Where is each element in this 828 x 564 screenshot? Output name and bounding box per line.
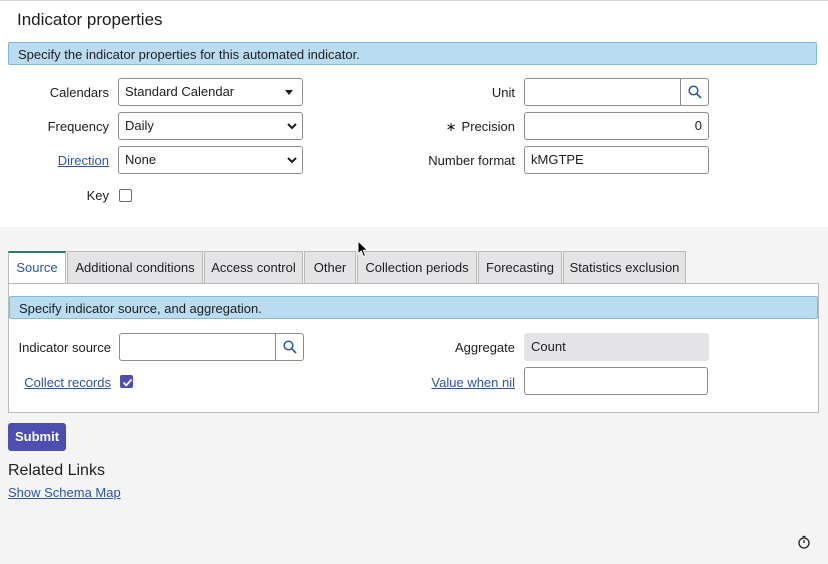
source-tab-panel: Specify indicator source, and aggregatio…: [8, 283, 819, 413]
direction-select[interactable]: None: [118, 146, 303, 174]
aggregate-value: Count: [524, 333, 709, 361]
indicator-source-lookup-button[interactable]: [275, 333, 304, 361]
value-when-nil-input[interactable]: [524, 367, 708, 395]
collect-records-checkbox[interactable]: [120, 375, 133, 388]
frequency-value: Daily: [125, 118, 154, 133]
precision-label: ∗ Precision: [420, 119, 515, 135]
indicator-properties-section: Indicator properties Specify the indicat…: [0, 0, 828, 227]
unit-lookup-button[interactable]: [680, 78, 709, 106]
tab-other[interactable]: Other: [304, 251, 356, 283]
submit-button[interactable]: Submit: [8, 423, 66, 451]
indicator-source-input[interactable]: [119, 333, 276, 361]
related-links-title: Related Links: [8, 462, 105, 479]
key-checkbox[interactable]: [119, 189, 132, 202]
collect-records-link[interactable]: Collect records: [9, 375, 111, 390]
tab-access-control[interactable]: Access control: [204, 251, 303, 283]
tab-collection-periods[interactable]: Collection periods: [357, 251, 477, 283]
precision-input[interactable]: 0: [524, 112, 709, 140]
tab-forecasting[interactable]: Forecasting: [478, 251, 562, 283]
number-format-label: Number format: [428, 153, 515, 168]
chevron-down-icon: [287, 123, 297, 130]
checkmark-icon: [122, 378, 133, 387]
aggregate-label: Aggregate: [455, 340, 515, 355]
calendars-select[interactable]: Standard Calendar: [118, 78, 303, 106]
unit-input[interactable]: [524, 78, 681, 106]
unit-label: Unit: [491, 85, 515, 100]
timer-icon[interactable]: [797, 535, 811, 549]
search-icon: [688, 85, 702, 99]
source-info-message: Specify indicator source, and aggregatio…: [9, 296, 818, 319]
tab-source[interactable]: Source: [8, 251, 66, 284]
properties-info-message: Specify the indicator properties for thi…: [8, 42, 817, 65]
direction-value: None: [125, 152, 157, 167]
calendars-value: Standard Calendar: [125, 84, 235, 99]
show-schema-map-link[interactable]: Show Schema Map: [8, 485, 121, 500]
required-icon: ∗: [445, 119, 457, 134]
section-title: Indicator properties: [17, 10, 163, 29]
key-label: Key: [86, 188, 109, 203]
tab-additional-conditions[interactable]: Additional conditions: [67, 251, 203, 283]
indicator-source-label: Indicator source: [18, 340, 112, 355]
caret-down-icon: [285, 90, 293, 95]
precision-value: 0: [694, 118, 702, 133]
search-icon: [283, 340, 297, 354]
precision-label-text: Precision: [461, 119, 515, 134]
chevron-down-icon: [287, 157, 297, 164]
direction-link[interactable]: Direction: [20, 153, 109, 168]
frequency-select[interactable]: Daily: [118, 112, 303, 140]
frequency-label: Frequency: [47, 119, 109, 134]
tab-statistics-exclusion[interactable]: Statistics exclusion: [563, 251, 686, 283]
number-format-input[interactable]: kMGTPE: [524, 146, 709, 174]
calendars-label: Calendars: [49, 85, 109, 100]
mouse-cursor-icon: [357, 240, 369, 258]
value-when-nil-link[interactable]: Value when nil: [409, 375, 515, 390]
